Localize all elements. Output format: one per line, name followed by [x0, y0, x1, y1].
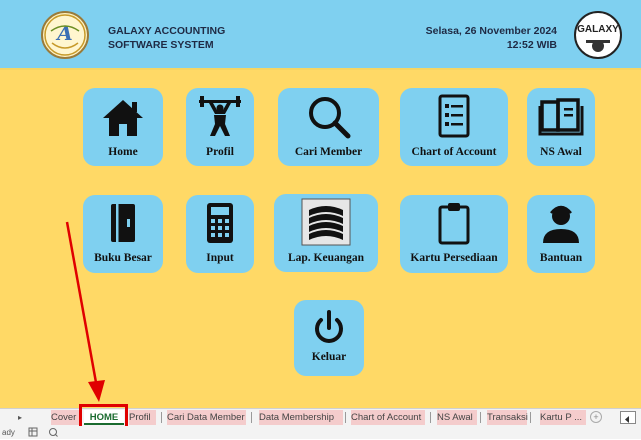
dashboard-area: Home Profil Cari Member Chart of Account…	[0, 70, 641, 408]
svg-text:A: A	[55, 21, 73, 45]
magnifier-icon	[278, 94, 379, 140]
excel-window: A GALAXY ACCOUNTING SOFTWARE SYSTEM Sela…	[0, 0, 641, 439]
sheet-tab-home[interactable]: HOME	[84, 410, 124, 425]
sheet-tab-cari-data-member[interactable]: Cari Data Member	[167, 410, 246, 425]
buku-besar-tile[interactable]: Buku Besar	[83, 195, 163, 273]
tab-separator	[430, 412, 431, 423]
bantuan-label: Bantuan	[539, 252, 583, 264]
tab-separator	[530, 412, 531, 423]
sheet-tab-kartu-p[interactable]: Kartu P ...	[540, 410, 586, 425]
home-label: Home	[108, 146, 138, 158]
sheet-tab-profil[interactable]: Profil	[129, 410, 156, 425]
date-text: Selasa, 26 November 2024	[425, 25, 557, 37]
app-header: A GALAXY ACCOUNTING SOFTWARE SYSTEM Sela…	[0, 0, 641, 70]
input-label: Input	[206, 252, 234, 264]
accessibility-icon[interactable]	[48, 427, 58, 440]
galaxy-accounting-logo: A	[41, 11, 89, 59]
sheet-stats-icon	[28, 427, 38, 440]
tab-separator	[480, 412, 481, 423]
add-sheet-button[interactable]: +	[590, 411, 602, 423]
home-icon	[83, 96, 163, 140]
profil-tile[interactable]: Profil	[186, 88, 254, 166]
tab-separator	[345, 412, 346, 423]
list-document-icon	[400, 94, 508, 140]
book-stack-icon	[274, 198, 378, 246]
lap-keuangan-tile[interactable]: Lap. Keuangan	[274, 194, 378, 272]
calculator-icon	[186, 201, 254, 247]
keluar-label: Keluar	[311, 351, 347, 363]
sheet-tab-transaksi[interactable]: Transaksi	[487, 410, 528, 425]
sheet-tab-data-membership[interactable]: Data Membership	[259, 410, 343, 425]
sheet-tab-bar: ▸ Cover HOME Profil Cari Data Member Dat…	[0, 408, 641, 426]
lap-keuangan-label: Lap. Keuangan	[287, 252, 365, 264]
sheet-tab-chart-of-account[interactable]: Chart of Account	[351, 410, 425, 425]
cari-member-tile[interactable]: Cari Member	[278, 88, 379, 166]
open-book-icon	[527, 94, 595, 140]
horizontal-scrollbar[interactable]	[620, 411, 636, 424]
weightlifter-icon	[186, 94, 254, 140]
status-ready-text: ady	[2, 428, 15, 437]
brand-line-1: GALAXY ACCOUNTING	[108, 25, 226, 37]
clipboard-icon	[400, 201, 508, 247]
ns-awal-tile[interactable]: NS Awal	[527, 88, 595, 166]
kartu-persediaan-tile[interactable]: Kartu Persediaan	[400, 195, 508, 273]
sheet-tab-cover[interactable]: Cover	[51, 410, 80, 425]
brand-title: GALAXY ACCOUNTING SOFTWARE SYSTEM	[108, 24, 225, 52]
home-tile[interactable]: Home	[83, 88, 163, 166]
chart-of-account-tile[interactable]: Chart of Account	[400, 88, 508, 166]
keluar-tile[interactable]: Keluar	[294, 300, 364, 376]
scroll-tabs-right-icon[interactable]: ▸	[18, 410, 22, 425]
profil-label: Profil	[206, 146, 234, 158]
brand-line-2: SOFTWARE SYSTEM	[108, 39, 214, 51]
datetime-display: Selasa, 26 November 2024 12:52 WIB	[426, 24, 557, 52]
support-agent-icon	[527, 201, 595, 247]
ledger-book-icon	[83, 201, 163, 247]
power-icon	[294, 308, 364, 348]
status-bar: ady	[0, 426, 641, 439]
input-tile[interactable]: Input	[186, 195, 254, 273]
sheet-tab-ns-awal[interactable]: NS Awal	[437, 410, 477, 425]
galaxy-gym-logo: GALAXY	[574, 11, 622, 59]
kartu-persediaan-label: Kartu Persediaan	[410, 252, 498, 264]
buku-besar-label: Buku Besar	[94, 252, 152, 264]
chart-of-account-label: Chart of Account	[411, 146, 497, 158]
bantuan-tile[interactable]: Bantuan	[527, 195, 595, 273]
tab-separator	[251, 412, 252, 423]
ns-awal-label: NS Awal	[540, 146, 582, 158]
tab-separator	[161, 412, 162, 423]
time-text: 12:52 WIB	[506, 39, 557, 51]
cari-member-label: Cari Member	[294, 146, 363, 158]
